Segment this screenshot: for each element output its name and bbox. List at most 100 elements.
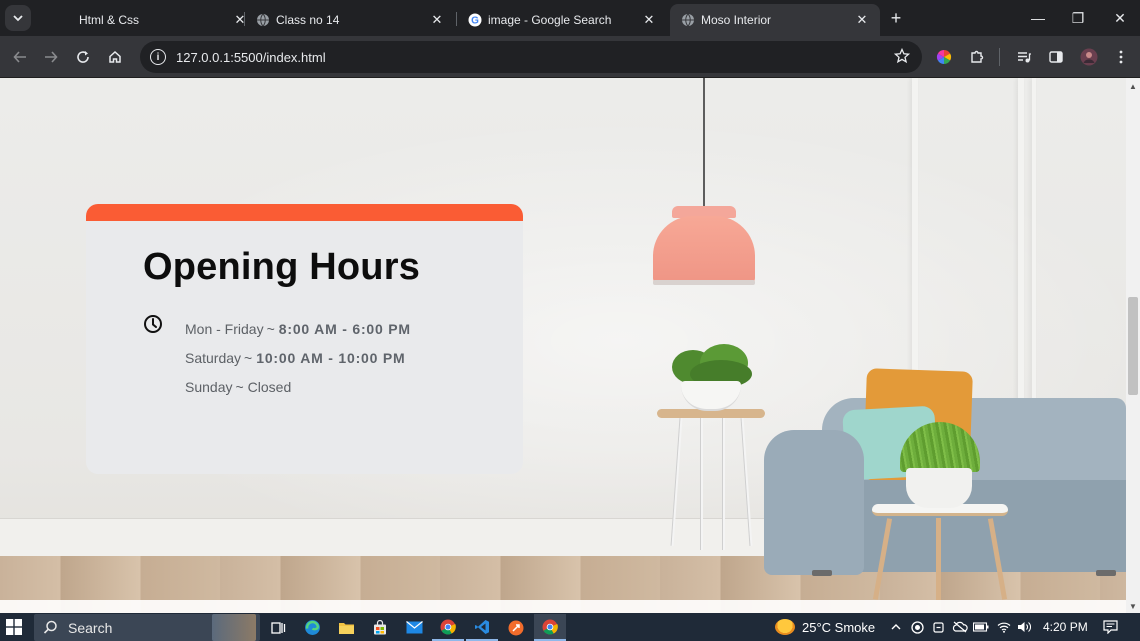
- color-extension-button[interactable]: [931, 44, 957, 70]
- new-tab-button[interactable]: +: [884, 6, 908, 30]
- card-title: Opening Hours: [143, 246, 421, 288]
- tab-html-css[interactable]: Html & Css ✕: [48, 4, 258, 36]
- lamp-rim: [653, 280, 755, 285]
- taskbar-clock[interactable]: 4:20 PM: [1043, 613, 1088, 641]
- home-icon: [109, 50, 121, 63]
- toolbar-divider: [999, 48, 1000, 66]
- puzzle-icon: [971, 50, 984, 63]
- chevron-down-icon: [13, 15, 23, 22]
- windows-start-icon[interactable]: [6, 619, 22, 635]
- onedrive-tray-button[interactable]: [950, 613, 970, 641]
- pendant-lamp-image: [653, 216, 755, 284]
- google-g-icon: G: [467, 13, 482, 28]
- hours-row-weekdays: Mon - Friday ~8:00 AM - 6:00 PM: [185, 321, 411, 337]
- card-accent-bar: [86, 204, 523, 221]
- sofa-foot: [812, 570, 832, 576]
- close-window-button[interactable]: ✕: [1100, 0, 1140, 36]
- notification-center-button[interactable]: [1098, 613, 1122, 641]
- search-icon: [43, 620, 57, 634]
- chrome-menu-button[interactable]: [1108, 44, 1134, 70]
- tab-title: Class no 14: [276, 13, 340, 27]
- separator: ~: [235, 379, 244, 395]
- browser-toolbar: i 127.0.0.1:5500/index.html: [0, 36, 1140, 78]
- home-button[interactable]: [102, 44, 128, 70]
- scroll-down-arrow-icon[interactable]: ▼: [1126, 599, 1140, 613]
- tab-search-button[interactable]: [5, 5, 31, 31]
- tab-class-no-14[interactable]: Class no 14 ✕: [245, 4, 455, 36]
- stool-leg: [722, 418, 725, 550]
- bookmark-star-icon[interactable]: [893, 47, 911, 69]
- hours-row-saturday: Saturday ~10:00 AM - 10:00 PM: [185, 350, 406, 366]
- record-tray-button[interactable]: [908, 613, 926, 641]
- vscode-app-button[interactable]: [466, 614, 498, 641]
- minimize-button[interactable]: —: [1018, 0, 1058, 36]
- mail-app-button[interactable]: [398, 614, 430, 641]
- folder-icon: [338, 623, 354, 634]
- close-icon[interactable]: ✕: [854, 12, 870, 28]
- page-viewport: Opening Hours Mon - Friday ~8:00 AM - 6:0…: [0, 78, 1126, 613]
- device-tray-button[interactable]: [929, 613, 947, 641]
- chrome-active-app-button[interactable]: [534, 614, 566, 641]
- volume-tray-button[interactable]: [1015, 613, 1033, 641]
- store-app-button[interactable]: [364, 614, 396, 641]
- day-label: Mon - Friday: [185, 321, 264, 337]
- forward-button[interactable]: [38, 44, 64, 70]
- mail-icon: [405, 621, 423, 634]
- close-icon[interactable]: ✕: [429, 12, 445, 28]
- arrow-left-icon: [13, 51, 26, 63]
- weather-widget[interactable]: 25°C Smoke: [775, 613, 875, 641]
- blank-favicon-icon: [58, 13, 73, 28]
- file-explorer-button[interactable]: [330, 614, 362, 641]
- edge-icon: [304, 620, 320, 635]
- stool-leg: [700, 418, 703, 550]
- store-bag-icon: [374, 619, 386, 634]
- extensions-button[interactable]: [964, 44, 990, 70]
- cloud-offline-icon: [952, 621, 968, 633]
- reload-button[interactable]: [70, 44, 96, 70]
- sofa-foot: [1096, 570, 1116, 576]
- tab-moso-interior[interactable]: Moso Interior ✕: [670, 4, 880, 36]
- back-button[interactable]: [7, 44, 33, 70]
- avatar-icon: [1080, 48, 1098, 66]
- tab-google-search[interactable]: G image - Google Search ✕: [457, 4, 667, 36]
- sofa-arm: [764, 430, 864, 575]
- media-controls-button[interactable]: [1011, 44, 1037, 70]
- arrow-right-icon: [45, 51, 58, 63]
- search-highlight-image: [212, 614, 256, 641]
- day-label: Saturday: [185, 350, 242, 366]
- weather-condition: Smoke: [834, 619, 876, 635]
- floor-edge: [0, 600, 1126, 613]
- weather-sun-icon: [775, 619, 795, 635]
- vscode-icon: [475, 619, 489, 634]
- playlist-icon: [1018, 52, 1031, 63]
- chrome-app-button[interactable]: [432, 614, 464, 641]
- hours-value: 10:00 AM - 10:00 PM: [256, 350, 406, 366]
- site-info-icon[interactable]: i: [150, 49, 166, 65]
- show-hidden-icons-button[interactable]: [887, 613, 905, 641]
- battery-icon: [973, 622, 989, 632]
- tab-title: Moso Interior: [701, 13, 772, 27]
- record-icon: [910, 620, 924, 634]
- chevron-up-icon: [891, 624, 901, 630]
- scroll-up-arrow-icon[interactable]: ▲: [1126, 79, 1140, 93]
- device-icon: [932, 621, 944, 633]
- separator: ~: [244, 350, 253, 366]
- lamp-cord: [703, 78, 705, 208]
- task-view-button[interactable]: [262, 614, 294, 641]
- hours-row-sunday: Sunday ~ Closed: [185, 379, 291, 395]
- reload-icon: [77, 51, 89, 63]
- taskbar-search-box[interactable]: Search: [34, 614, 260, 641]
- close-icon[interactable]: ✕: [641, 12, 657, 28]
- battery-tray-button[interactable]: [972, 613, 990, 641]
- side-panel-button[interactable]: [1043, 44, 1069, 70]
- tab-strip: Html & Css ✕ Class no 14 ✕ G image - Goo…: [0, 0, 1140, 36]
- address-bar[interactable]: i 127.0.0.1:5500/index.html: [140, 41, 922, 73]
- scrollbar-thumb[interactable]: [1128, 297, 1138, 395]
- edge-app-button[interactable]: [296, 614, 328, 641]
- pinned-app-button[interactable]: [500, 614, 532, 641]
- hours-value: Closed: [247, 379, 292, 395]
- profile-avatar[interactable]: [1076, 44, 1102, 70]
- wifi-tray-button[interactable]: [995, 613, 1013, 641]
- restore-button[interactable]: ❐: [1058, 0, 1098, 36]
- side-panel-icon: [1049, 51, 1063, 63]
